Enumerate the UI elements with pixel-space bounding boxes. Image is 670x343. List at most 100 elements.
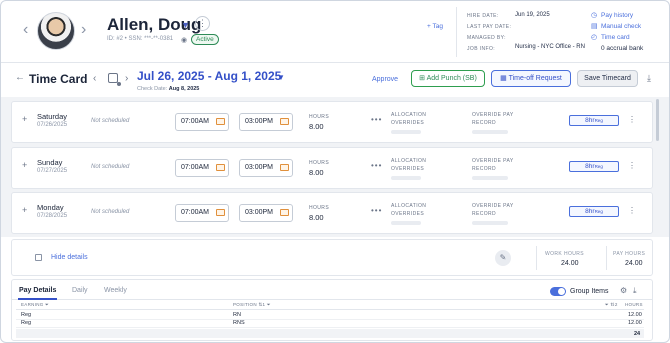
row-more-icon[interactable]: ⋮ bbox=[628, 206, 636, 215]
manual-check-link[interactable]: Manual check bbox=[601, 23, 641, 30]
prev-period-icon[interactable]: ‹ bbox=[93, 73, 96, 84]
calendar-icon[interactable] bbox=[108, 73, 121, 86]
day-list-scrollbar[interactable] bbox=[656, 99, 659, 141]
punch-type-icon[interactable] bbox=[216, 209, 225, 216]
tab-weekly[interactable]: Weekly bbox=[104, 287, 127, 294]
day-date: 07/27/2025 bbox=[37, 168, 68, 174]
back-arrow-icon[interactable]: ← bbox=[15, 72, 25, 83]
time-value: 03:00PM bbox=[245, 209, 274, 216]
check-date-value: Aug 8, 2025 bbox=[168, 86, 200, 92]
employee-more-icon[interactable]: ⋮ bbox=[195, 16, 210, 31]
next-employee-icon[interactable]: › bbox=[81, 21, 86, 39]
pill-earning: Reg bbox=[594, 209, 603, 214]
pay-history-icon: ◷ bbox=[591, 12, 598, 19]
period-dropdown-icon[interactable]: ▼ bbox=[277, 73, 285, 82]
clock-in-field[interactable]: 07:00AM bbox=[175, 204, 229, 222]
clock-in-field[interactable]: 07:00AM bbox=[175, 159, 229, 177]
time-off-label: Time-off Request bbox=[508, 75, 562, 82]
row-more-icon[interactable]: ⋮ bbox=[628, 161, 636, 170]
override-pay-label: OVERRIDE PAY bbox=[472, 158, 514, 164]
day-date: 07/28/2025 bbox=[37, 213, 68, 219]
allocation-more-icon[interactable]: ••• bbox=[371, 206, 382, 215]
employee-dropdown-icon[interactable]: ▼ bbox=[181, 20, 190, 30]
time-card-link[interactable]: Time card bbox=[601, 34, 630, 41]
col-position-header[interactable]: POSITION ⇅1 ⏷ bbox=[233, 302, 271, 308]
prev-employee-icon[interactable]: ‹ bbox=[23, 21, 28, 39]
gear-icon[interactable]: ⚙ bbox=[620, 286, 627, 295]
tab-daily[interactable]: Daily bbox=[72, 287, 88, 294]
active-tab-indicator bbox=[18, 298, 57, 300]
clock-out-field[interactable]: 03:00PM bbox=[239, 204, 293, 222]
summary-divider bbox=[606, 246, 607, 270]
time-value: 07:00AM bbox=[181, 164, 210, 171]
pay-history-link[interactable]: Pay history bbox=[601, 12, 633, 19]
hire-date-label: HIRE DATE: bbox=[467, 13, 499, 19]
record-label: RECORD bbox=[472, 120, 497, 126]
hide-details-link[interactable]: Hide details bbox=[51, 254, 88, 261]
time-value: 03:00PM bbox=[245, 164, 274, 171]
loading-placeholder bbox=[391, 221, 421, 225]
add-punch-label: Add Punch (SB) bbox=[426, 75, 477, 82]
add-punch-button[interactable]: ⊞ Add Punch (SB) bbox=[411, 70, 485, 87]
punch-type-icon[interactable] bbox=[280, 164, 289, 171]
external-link-icon[interactable] bbox=[35, 254, 42, 261]
employee-header: ‹ › Allen, Doug ▼ ⋮ ID: #2 • SSN: ***-**… bbox=[1, 1, 669, 63]
clock-out-field[interactable]: 03:00PM bbox=[239, 159, 293, 177]
status-badge: Active bbox=[191, 34, 219, 45]
save-timecard-button[interactable]: Save Timecard bbox=[577, 70, 638, 87]
export-download-icon[interactable]: ⤓ bbox=[633, 286, 637, 296]
check-date-label: Check Date: bbox=[137, 86, 168, 92]
day-date: 07/26/2025 bbox=[37, 122, 68, 128]
filter-icon[interactable]: ⏷ bbox=[605, 302, 609, 307]
record-label: RECORD bbox=[472, 211, 497, 217]
col-earning-header[interactable]: EARNING ⏷ bbox=[21, 302, 49, 307]
group-items-toggle[interactable] bbox=[550, 287, 566, 296]
expand-day-icon[interactable]: + bbox=[22, 205, 27, 215]
punch-type-icon[interactable] bbox=[216, 164, 225, 171]
time-off-request-button[interactable]: ▦ Time-off Request bbox=[491, 70, 571, 87]
punch-type-icon[interactable] bbox=[216, 118, 225, 125]
edit-pencil-icon[interactable]: ✎ bbox=[495, 250, 511, 266]
hours-pill[interactable]: 8hrReg bbox=[569, 115, 619, 126]
filter-icon[interactable]: ⏷ bbox=[45, 302, 49, 307]
row-more-icon[interactable]: ⋮ bbox=[628, 115, 636, 124]
punch-type-icon[interactable] bbox=[280, 209, 289, 216]
override-pay-label: OVERRIDE PAY bbox=[472, 203, 514, 209]
hours-pill[interactable]: 8hrReg bbox=[569, 206, 619, 217]
approve-button[interactable]: Approve bbox=[372, 76, 398, 83]
time-off-icon: ▦ bbox=[500, 75, 507, 82]
loading-placeholder bbox=[472, 221, 508, 225]
hours-pill[interactable]: 8hrReg bbox=[569, 161, 619, 172]
overrides-label: OVERRIDES bbox=[391, 120, 425, 126]
col-hours-sort[interactable]: ⏷ ⇅2 bbox=[605, 302, 618, 307]
allocation-more-icon[interactable]: ••• bbox=[371, 161, 382, 170]
check-date: Check Date: Aug 8, 2025 bbox=[137, 86, 199, 92]
pill-earning: Reg bbox=[594, 118, 603, 123]
punch-type-icon[interactable] bbox=[280, 118, 289, 125]
allocation-more-icon[interactable]: ••• bbox=[371, 115, 382, 124]
hire-date-value: Jun 19, 2025 bbox=[515, 12, 550, 18]
total-row bbox=[16, 329, 644, 338]
day-name: Sunday bbox=[37, 158, 63, 167]
hours-label: HOURS bbox=[309, 114, 330, 120]
pill-earning: Reg bbox=[594, 164, 603, 169]
next-period-icon[interactable]: › bbox=[125, 73, 128, 84]
pay-period-range[interactable]: Jul 26, 2025 - Aug 1, 2025 bbox=[137, 69, 281, 83]
tab-pay-details[interactable]: Pay Details bbox=[19, 287, 56, 294]
page-title: Time Card bbox=[29, 72, 88, 86]
not-scheduled-label: Not scheduled bbox=[91, 209, 130, 215]
clock-in-field[interactable]: 07:00AM bbox=[175, 113, 229, 131]
filter-icon[interactable]: ⏷ bbox=[267, 302, 271, 307]
clock-out-field[interactable]: 03:00PM bbox=[239, 113, 293, 131]
cell-hours: 12.00 bbox=[628, 320, 642, 326]
expand-day-icon[interactable]: + bbox=[22, 114, 27, 124]
download-icon[interactable]: ⤓ bbox=[647, 73, 651, 84]
header-divider bbox=[456, 7, 457, 57]
add-tag-link[interactable]: + Tag bbox=[427, 23, 443, 30]
overrides-label: OVERRIDES bbox=[391, 211, 425, 217]
expand-day-icon[interactable]: + bbox=[22, 160, 27, 170]
hours-label: HOURS bbox=[309, 160, 330, 166]
day-name: Monday bbox=[37, 203, 64, 212]
reveal-ssn-icon[interactable]: ◉ bbox=[181, 36, 187, 44]
col-hours-header[interactable]: HOURS bbox=[625, 302, 643, 307]
